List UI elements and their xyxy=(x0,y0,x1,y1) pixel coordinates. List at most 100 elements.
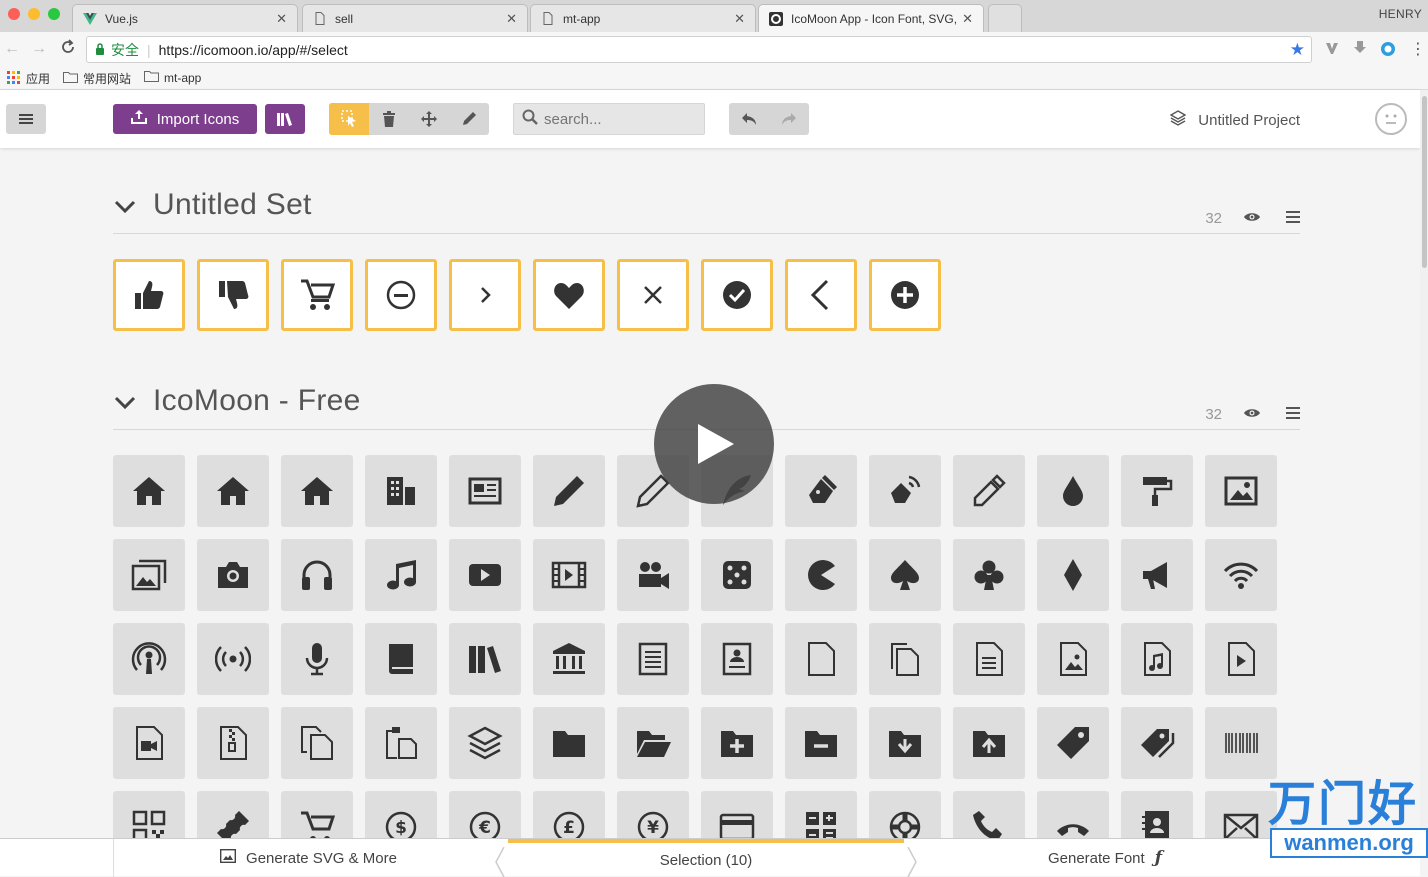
icon-cell[interactable] xyxy=(365,259,437,331)
project-selector[interactable]: Untitled Project xyxy=(1169,110,1300,130)
bookmark-apps[interactable]: 应用 xyxy=(7,70,50,87)
browser-tab-icomoon[interactable]: IcoMoon App - Icon Font, SVG, ✕ xyxy=(758,4,984,32)
icon-cell[interactable] xyxy=(197,455,269,527)
icon-cell[interactable] xyxy=(1121,539,1193,611)
icon-cell[interactable] xyxy=(533,455,605,527)
icon-cell[interactable] xyxy=(617,623,689,695)
icon-cell[interactable] xyxy=(785,707,857,779)
icon-cell[interactable] xyxy=(785,455,857,527)
undo-button[interactable] xyxy=(729,103,769,135)
icon-cell[interactable] xyxy=(113,455,185,527)
icon-cell[interactable] xyxy=(785,539,857,611)
icon-cell[interactable] xyxy=(953,539,1025,611)
download-extension-icon[interactable] xyxy=(1352,40,1368,61)
icon-cell[interactable] xyxy=(365,623,437,695)
icon-cell[interactable] xyxy=(113,623,185,695)
selection-button[interactable]: Selection (10) xyxy=(508,839,904,877)
icon-cell[interactable] xyxy=(869,539,941,611)
icon-cell[interactable] xyxy=(617,259,689,331)
library-button[interactable] xyxy=(265,104,305,134)
search-input[interactable] xyxy=(544,110,694,128)
icon-cell[interactable] xyxy=(1121,623,1193,695)
forward-icon[interactable]: → xyxy=(31,40,47,58)
tab-close-icon[interactable]: ✕ xyxy=(734,11,745,27)
icon-cell[interactable] xyxy=(113,259,185,331)
extension-circle-icon[interactable] xyxy=(1380,41,1396,62)
icon-cell[interactable] xyxy=(197,623,269,695)
icon-cell[interactable] xyxy=(533,259,605,331)
icon-cell[interactable] xyxy=(869,259,941,331)
user-avatar-button[interactable] xyxy=(1375,103,1407,135)
generate-font-button[interactable]: Generate Font ƒ xyxy=(910,839,1300,877)
icon-cell[interactable] xyxy=(533,539,605,611)
minimize-window-button[interactable] xyxy=(28,8,40,20)
icon-cell[interactable] xyxy=(785,259,857,331)
browser-tab-mt-app[interactable]: mt-app ✕ xyxy=(530,4,756,32)
chevron-down-icon[interactable] xyxy=(113,194,137,218)
profile-name[interactable]: HENRY xyxy=(1379,7,1422,21)
icon-cell[interactable] xyxy=(617,539,689,611)
icon-cell[interactable] xyxy=(281,259,353,331)
icon-cell[interactable] xyxy=(449,539,521,611)
address-bar[interactable]: 安全 | https://icomoon.io/app/#/select ★ xyxy=(86,36,1312,63)
icon-cell[interactable] xyxy=(449,623,521,695)
icon-cell[interactable] xyxy=(1205,539,1277,611)
redo-button[interactable] xyxy=(769,103,809,135)
icon-cell[interactable] xyxy=(197,707,269,779)
browser-tab-vue[interactable]: Vue.js ✕ xyxy=(72,4,298,32)
tab-close-icon[interactable]: ✕ xyxy=(506,11,517,27)
edit-tool-button[interactable] xyxy=(449,103,489,135)
reload-icon[interactable] xyxy=(60,38,76,61)
icon-cell[interactable] xyxy=(197,259,269,331)
icon-cell[interactable] xyxy=(281,707,353,779)
set-title[interactable]: Untitled Set xyxy=(153,188,312,222)
icon-cell[interactable] xyxy=(701,539,773,611)
select-tool-button[interactable] xyxy=(329,103,369,135)
set-menu-icon[interactable] xyxy=(1286,211,1300,223)
tab-close-icon[interactable]: ✕ xyxy=(276,11,287,27)
scrollbar-thumb[interactable] xyxy=(1422,96,1427,268)
set-menu-icon[interactable] xyxy=(1286,407,1300,419)
bookmark-common-sites[interactable]: 常用网站 xyxy=(63,70,131,87)
icon-cell[interactable] xyxy=(1205,623,1277,695)
import-icons-button[interactable]: Import Icons xyxy=(113,104,257,134)
icon-cell[interactable] xyxy=(1121,455,1193,527)
bookmark-mt-app[interactable]: mt-app xyxy=(144,70,201,85)
browser-tab-sell[interactable]: sell ✕ xyxy=(302,4,528,32)
tab-close-icon[interactable]: ✕ xyxy=(962,11,973,27)
maximize-window-button[interactable] xyxy=(48,8,60,20)
icon-cell[interactable] xyxy=(785,623,857,695)
icon-cell[interactable] xyxy=(869,707,941,779)
main-menu-button[interactable] xyxy=(6,104,46,134)
icon-cell[interactable] xyxy=(449,707,521,779)
icon-cell[interactable] xyxy=(533,623,605,695)
delete-tool-button[interactable] xyxy=(369,103,409,135)
eye-icon[interactable] xyxy=(1244,211,1260,223)
icon-cell[interactable] xyxy=(365,707,437,779)
icon-cell[interactable] xyxy=(365,455,437,527)
browser-menu-icon[interactable]: ⋮ xyxy=(1410,39,1426,59)
icon-cell[interactable] xyxy=(1037,455,1109,527)
icon-cell[interactable] xyxy=(281,539,353,611)
icon-cell[interactable] xyxy=(533,707,605,779)
icon-cell[interactable] xyxy=(1205,707,1277,779)
icon-cell[interactable] xyxy=(281,623,353,695)
icon-cell[interactable] xyxy=(365,539,437,611)
icon-cell[interactable] xyxy=(449,259,521,331)
icon-cell[interactable] xyxy=(1037,623,1109,695)
icon-cell[interactable] xyxy=(701,707,773,779)
icon-cell[interactable] xyxy=(617,707,689,779)
icon-cell[interactable] xyxy=(197,539,269,611)
icon-cell[interactable] xyxy=(449,455,521,527)
icon-cell[interactable] xyxy=(953,455,1025,527)
extension-v-icon[interactable] xyxy=(1324,40,1340,61)
icon-cell[interactable] xyxy=(1037,539,1109,611)
new-tab-button[interactable] xyxy=(988,4,1022,32)
eye-icon[interactable] xyxy=(1244,407,1260,419)
icon-cell[interactable] xyxy=(1205,455,1277,527)
icon-cell[interactable] xyxy=(869,623,941,695)
video-play-button[interactable] xyxy=(654,384,774,504)
chevron-down-icon[interactable] xyxy=(113,390,137,414)
url-text[interactable]: https://icomoon.io/app/#/select xyxy=(159,42,348,58)
icon-cell[interactable] xyxy=(1121,707,1193,779)
